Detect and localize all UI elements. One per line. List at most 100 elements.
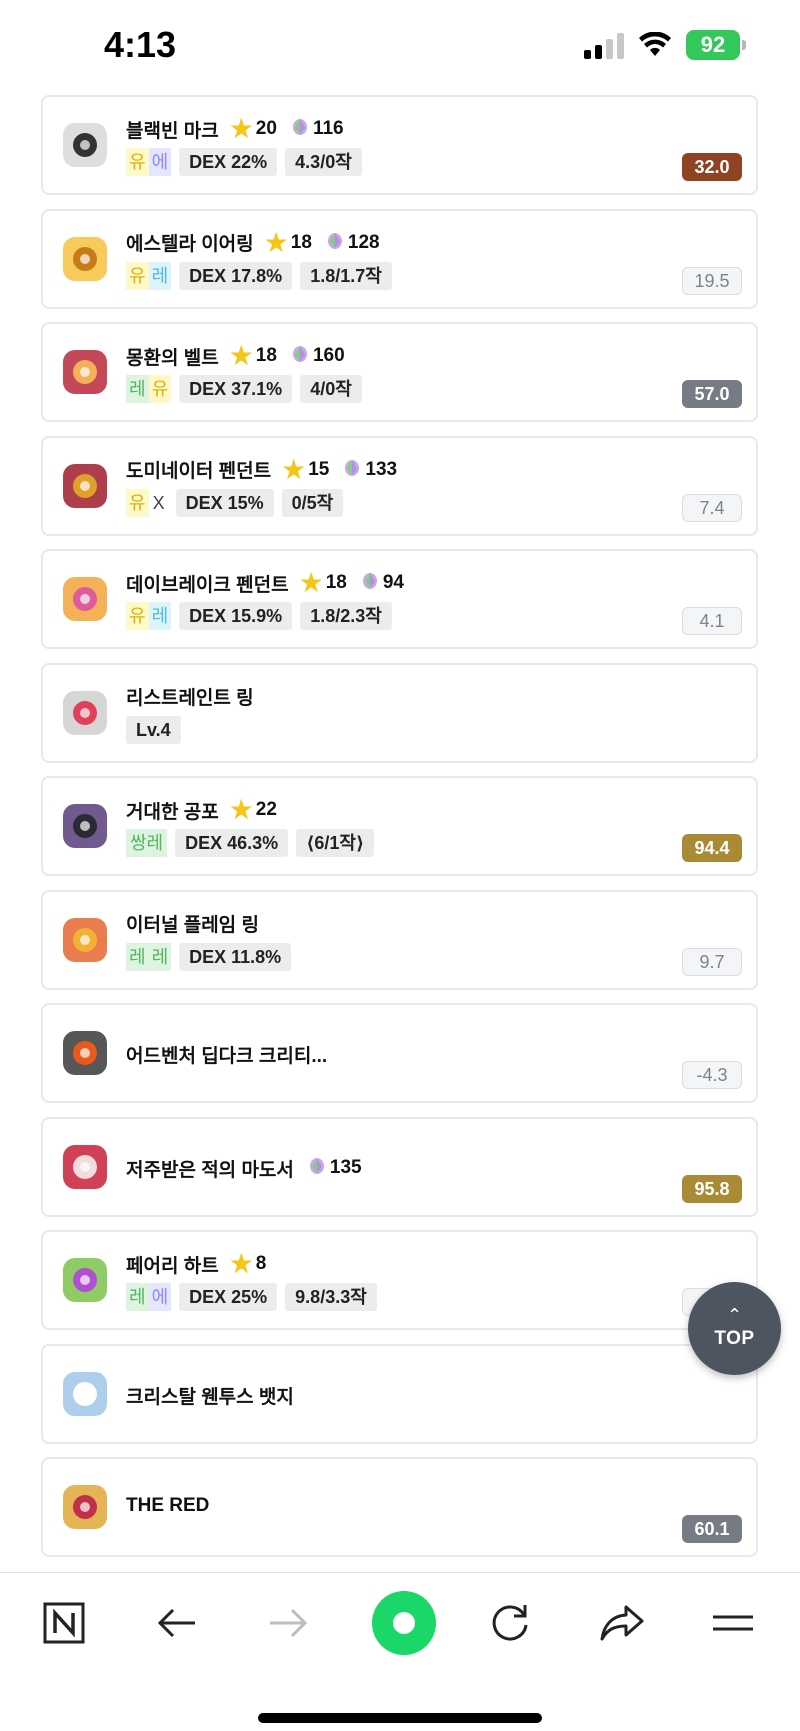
battery-level: 92 <box>700 32 726 57</box>
item-name-row: THE RED <box>126 1495 209 1517</box>
score-badge: 9.7 <box>682 947 742 976</box>
share-icon[interactable] <box>592 1593 652 1653</box>
additional-stat: 94 <box>361 570 404 596</box>
starforce: ★ 15 <box>281 455 330 484</box>
item-name-row: 리스트레인트 링 <box>126 683 254 710</box>
score-badge: 60.1 <box>682 1515 742 1543</box>
browser-bottom-bar <box>0 1572 800 1731</box>
item-card[interactable]: 에스텔라 이어링 ★ 18 128 유 레 DEX 17.8% 1.8/1.7작 19.5 <box>41 208 758 309</box>
item-card[interactable]: 저주받은 적의 마도서 135 95.8 <box>41 1116 758 1217</box>
item-card[interactable]: 몽환의 벨트 ★ 18 160 레 유 DEX 37.1% 4/0작 57.0 <box>41 322 758 422</box>
stat-chip: ⟨6/1작⟩ <box>296 829 375 857</box>
item-card[interactable]: 크리스탈 웬투스 뱃지 <box>41 1343 758 1444</box>
item-name-row: 데이브레이크 펜던트 ★ 18 94 <box>126 569 404 597</box>
crystal-ventus-badge-icon <box>55 1364 115 1424</box>
fairy-heart-icon <box>55 1250 115 1310</box>
item-card[interactable]: 도미네이터 펜던트 ★ 15 133 유 X DEX 15% 0/5작 7.4 <box>41 435 758 536</box>
stat-chip: DEX 17.8% <box>179 261 293 290</box>
dream-belt-icon <box>55 342 115 402</box>
star-icon: ★ <box>263 226 289 258</box>
potential-tag: 유 <box>126 261 149 290</box>
item-card[interactable]: 페어리 하트★8레에DEX 25%9.8/3.3작-1.8 <box>41 1230 758 1330</box>
additional-stat: 135 <box>308 1155 362 1181</box>
potential-grade: 레유 <box>126 375 172 403</box>
starforce: ★ 18 <box>299 569 347 597</box>
potential-tag: 레 <box>126 1283 149 1311</box>
item-name: 블랙빈 마크 <box>126 120 219 142</box>
item-name-row: 이터널 플레임 링 <box>126 910 259 937</box>
gem-icon <box>343 457 361 483</box>
stat-chip: 4/0작 <box>300 375 362 403</box>
item-tags: 유 레 DEX 17.8% 1.8/1.7작 <box>126 261 392 290</box>
item-card[interactable]: 블랙빈 마크 ★ 20 116 유 에 DEX 22% 4.3/0작 32.0 <box>41 95 758 195</box>
item-name: 도미네이터 펜던트 <box>126 461 272 482</box>
potential-grade: 유X <box>126 488 168 517</box>
gem-value: 160 <box>312 345 345 366</box>
potential-grade: 쌍레 <box>126 829 168 857</box>
stat-chip: DEX 46.3% <box>175 829 289 857</box>
scroll-top-button[interactable]: ⌃ TOP <box>688 1282 781 1375</box>
item-tags: 유 에 DEX 22% 4.3/0작 <box>126 148 362 176</box>
additional-stat: 116 <box>291 116 344 142</box>
potential-grade: 레에 <box>126 1283 172 1311</box>
potential-tag: 레 <box>148 942 172 971</box>
gem-value: 116 <box>312 118 344 139</box>
score-badge: 57.0 <box>682 380 742 408</box>
item-name-row: 몽환의 벨트 ★ 18 160 <box>126 342 345 370</box>
item-name: 거대한 공포 <box>126 801 219 823</box>
status-icons: 92 <box>584 30 746 60</box>
starforce: ★ 8 <box>229 1250 267 1278</box>
gem-icon <box>361 570 379 596</box>
reload-icon[interactable] <box>480 1593 540 1653</box>
item-card[interactable]: 데이브레이크 펜던트 ★ 18 94 유 레 DEX 15.9% 1.8/2.3작 4.1 <box>41 549 758 649</box>
potential-tag: 에 <box>148 148 172 176</box>
score-badge: 32.0 <box>682 153 742 181</box>
additional-stat: 133 <box>343 457 397 483</box>
item-card[interactable]: 리스트레인트 링 Lv.4 <box>41 662 758 763</box>
item-name-row: 에스텔라 이어링 ★ 18 128 <box>126 226 380 258</box>
star-count: 15 <box>308 458 330 480</box>
score-badge: 95.8 <box>682 1174 742 1203</box>
stat-chip: DEX 25% <box>179 1283 278 1311</box>
item-name-row: 도미네이터 펜던트 ★ 15 133 <box>126 455 397 484</box>
star-count: 22 <box>255 799 277 820</box>
score-badge: 19.5 <box>682 266 742 295</box>
forward-arrow-icon[interactable] <box>258 1593 318 1653</box>
item-card[interactable]: THE RED 60.1 <box>41 1457 758 1557</box>
gem-value: 128 <box>347 231 380 253</box>
potential-grade: 유레 <box>126 261 172 290</box>
stat-chip: DEX 15% <box>175 488 274 517</box>
item-card[interactable]: 거대한 공포 ★ 22 쌍레 DEX 46.3% ⟨6/1작⟩ 94.4 <box>41 776 758 876</box>
item-name: 저주받은 적의 마도서 <box>126 1159 294 1181</box>
stat-chip: Lv.4 <box>126 715 181 744</box>
item-card[interactable]: 이터널 플레임 링 레 레 DEX 11.8% 9.7 <box>41 889 758 990</box>
star-icon: ★ <box>228 340 254 371</box>
estella-earring-icon <box>55 229 115 289</box>
star-icon: ★ <box>228 1248 254 1279</box>
star-count: 18 <box>255 345 277 366</box>
status-time: 4:13 <box>104 24 177 65</box>
star-icon: ★ <box>228 113 254 144</box>
the-red-emblem-icon <box>55 1477 115 1537</box>
gem-value: 135 <box>329 1157 362 1178</box>
item-name-row: 어드벤처 딥다크 크리티... <box>126 1041 327 1068</box>
stat-chip: 9.8/3.3작 <box>285 1283 377 1311</box>
item-name-row: 저주받은 적의 마도서 135 <box>126 1155 362 1182</box>
gem-icon <box>291 343 309 369</box>
naver-n-icon[interactable] <box>34 1593 94 1653</box>
item-name: 크리스탈 웬투스 뱃지 <box>126 1386 294 1408</box>
star-icon: ★ <box>228 794 254 825</box>
item-card[interactable]: 어드벤처 딥다크 크리티... -4.3 <box>41 1003 758 1103</box>
starforce: ★ 18 <box>229 342 277 370</box>
potential-grade: 레레 <box>126 942 172 971</box>
score-badge: 4.1 <box>682 607 742 635</box>
green-dot-icon[interactable] <box>370 1589 438 1657</box>
potential-tag: 유 <box>126 148 149 176</box>
item-name: 어드벤처 딥다크 크리티... <box>126 1046 328 1067</box>
stat-chip: DEX 22% <box>179 148 278 176</box>
back-arrow-icon[interactable] <box>147 1593 207 1653</box>
item-name: 페어리 하트 <box>126 1255 219 1277</box>
menu-icon[interactable] <box>703 1593 763 1653</box>
star-count: 20 <box>255 118 277 139</box>
stat-chip: DEX 37.1% <box>179 375 293 403</box>
